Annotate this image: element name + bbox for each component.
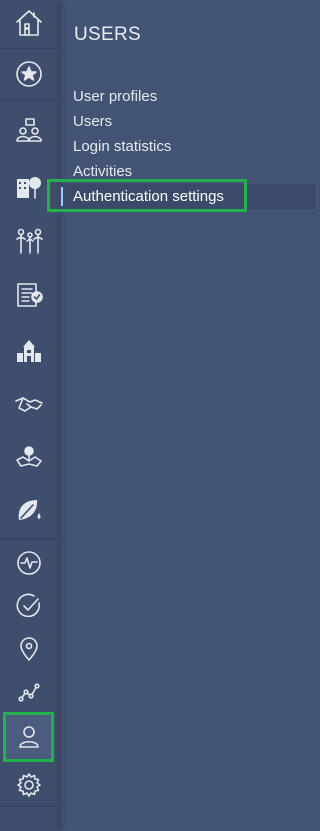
leaf-water-icon[interactable] bbox=[0, 487, 57, 533]
menu-item-login-statistics[interactable]: Login statistics bbox=[58, 134, 315, 159]
settings-gear-icon[interactable] bbox=[0, 762, 57, 808]
user-icon[interactable] bbox=[3, 712, 54, 762]
map-location-icon[interactable] bbox=[0, 434, 57, 480]
handshake-icon[interactable] bbox=[0, 380, 57, 426]
building-tree-icon[interactable] bbox=[0, 163, 57, 209]
family-icon[interactable] bbox=[0, 218, 57, 264]
home-icon[interactable] bbox=[0, 0, 57, 46]
menu-item-users[interactable]: Users bbox=[58, 109, 315, 134]
location-pin-icon[interactable] bbox=[0, 626, 57, 672]
users-menu: User profiles Users Login statistics Act… bbox=[58, 84, 315, 209]
checklist-document-icon[interactable] bbox=[0, 271, 57, 317]
trend-line-icon[interactable] bbox=[0, 669, 57, 715]
activity-monitor-icon[interactable] bbox=[0, 540, 57, 586]
panel-title: USERS bbox=[74, 24, 141, 45]
menu-item-activities[interactable]: Activities bbox=[58, 159, 315, 184]
menu-item-user-profiles[interactable]: User profiles bbox=[58, 84, 315, 109]
check-circle-icon[interactable] bbox=[0, 583, 57, 629]
icon-sidebar bbox=[0, 0, 58, 831]
menu-item-authentication-settings[interactable]: Authentication settings bbox=[58, 184, 315, 209]
people-meeting-icon[interactable] bbox=[0, 107, 57, 153]
favorites-star-icon[interactable] bbox=[0, 51, 57, 97]
town-buildings-icon[interactable] bbox=[0, 327, 57, 373]
